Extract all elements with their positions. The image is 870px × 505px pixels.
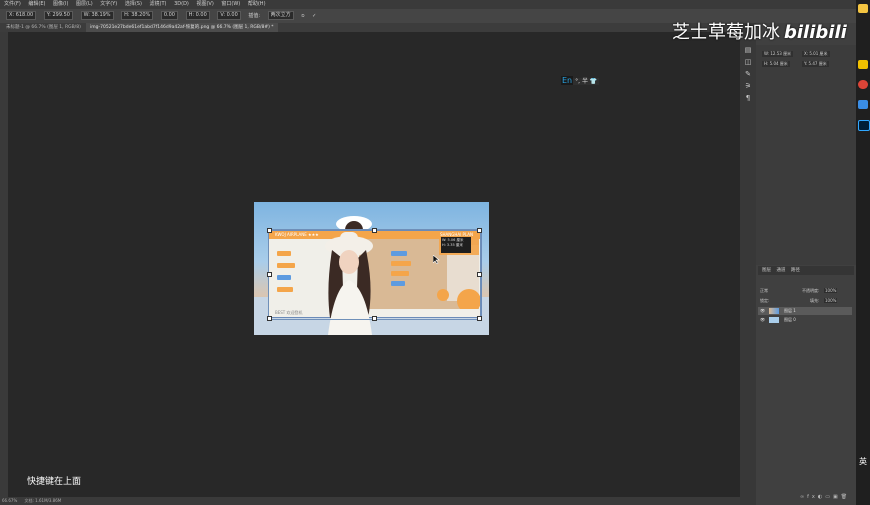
menu-window[interactable]: 窗口(W): [221, 1, 240, 7]
tab-channels[interactable]: 通道: [776, 268, 785, 273]
language-indicator[interactable]: 英: [859, 456, 867, 467]
transform-handle[interactable]: [372, 228, 377, 233]
transform-handle[interactable]: [267, 228, 272, 233]
status-bar: 66.67% 文档: 1.61M/3.86M: [0, 497, 740, 505]
video-subtitle: 快捷键在上面: [27, 477, 82, 487]
chrome-icon[interactable]: [858, 80, 868, 89]
layers-panel-tabs: 图层 通道 路径: [758, 266, 854, 275]
width-field[interactable]: W: 38.19%: [80, 11, 114, 20]
menu-select[interactable]: 选择(S): [125, 1, 142, 7]
tab-active-document[interactable]: img-70521e27bde61ef1abd7f146d9a42af-恢复的.…: [86, 23, 278, 32]
interpolation-select[interactable]: 两次立方: [267, 11, 294, 20]
properties-icon[interactable]: ◫: [744, 58, 752, 66]
menu-help[interactable]: 帮助(H): [248, 1, 266, 7]
height-field[interactable]: H: 38.20%: [121, 11, 154, 20]
interpolation-label: 插值:: [248, 13, 261, 19]
tab-layers[interactable]: 图层: [762, 268, 771, 273]
commit-transform-icon[interactable]: ✓: [312, 9, 316, 23]
prop-x[interactable]: X: 5.01 厘米: [802, 51, 830, 57]
properties-panel: W: 12.53 厘米 X: 5.01 厘米 H: 5.04 厘米 Y: 5.4…: [756, 45, 856, 265]
menu-type[interactable]: 文字(Y): [100, 1, 117, 7]
history-icon[interactable]: ▤: [744, 46, 752, 54]
opacity-field[interactable]: 100%: [824, 288, 838, 293]
video-watermark: 芝士草莓加冰 bilibili: [672, 18, 847, 44]
prop-width[interactable]: W: 12.53 厘米: [762, 51, 794, 57]
fill-field[interactable]: 100%: [824, 298, 838, 303]
opacity-label: 不透明度:: [802, 288, 820, 293]
tab-paths[interactable]: 路径: [791, 268, 800, 273]
taskbar-strip: 英: [856, 0, 870, 505]
document-size: 文档: 1.61M/3.86M: [24, 498, 62, 503]
mouse-cursor-icon: [433, 255, 440, 264]
fill-label: 填充:: [810, 298, 820, 303]
adjust-icon[interactable]: ⚞: [744, 82, 752, 90]
menu-filter[interactable]: 滤镜(T): [150, 1, 167, 7]
blend-mode-select[interactable]: 正常: [760, 288, 768, 294]
paragraph-icon[interactable]: ¶: [744, 94, 752, 102]
cancel-transform-icon[interactable]: ⦸: [301, 9, 304, 23]
eye-icon[interactable]: 👁: [760, 307, 765, 315]
menu-image[interactable]: 图像(I): [53, 1, 68, 7]
layer-name[interactable]: 图层 0: [784, 316, 796, 324]
lock-label: 锁定:: [760, 298, 770, 303]
prop-y[interactable]: Y: 5.47 厘米: [802, 61, 829, 67]
zoom-level[interactable]: 66.67%: [2, 498, 17, 503]
layer-thumbnail: [769, 308, 779, 314]
ime-status-bar[interactable]: En °, 半 👕: [561, 75, 600, 86]
ime-options[interactable]: °, 半 👕: [573, 78, 600, 85]
tab-untitled[interactable]: 未标题-1 @ 66.7% (图层 1, RGB/8): [2, 23, 85, 32]
angle-field[interactable]: 0.00: [160, 11, 178, 20]
transform-handle[interactable]: [372, 316, 377, 321]
bilibili-logo: bilibili: [784, 22, 847, 43]
brush-icon[interactable]: ✎: [744, 70, 752, 78]
menu-view[interactable]: 视图(V): [196, 1, 213, 7]
app-icon[interactable]: [858, 4, 868, 13]
layer-row-1[interactable]: 👁 图层 1: [758, 307, 852, 315]
ime-english-indicator[interactable]: En: [561, 76, 574, 85]
menu-layer[interactable]: 图层(L): [76, 1, 93, 7]
menu-edit[interactable]: 编辑(E): [28, 1, 45, 7]
uploader-name: 芝士草莓加冰: [672, 22, 780, 43]
folder-icon[interactable]: [858, 60, 868, 69]
menu-file[interactable]: 文件(F): [4, 1, 21, 7]
transform-bounding-box[interactable]: [267, 228, 482, 321]
y-field[interactable]: Y: 299.50: [43, 11, 73, 20]
layer-row-0[interactable]: 👁 图层 0: [758, 316, 852, 324]
transform-handle[interactable]: [477, 272, 482, 277]
app-icon[interactable]: [858, 100, 868, 109]
prop-height[interactable]: H: 5.04 厘米: [762, 61, 790, 67]
layer-name[interactable]: 图层 1: [784, 307, 796, 315]
transform-handle[interactable]: [267, 316, 272, 321]
menu-3d[interactable]: 3D(D): [174, 1, 189, 7]
layer-actions-icons[interactable]: ∞fx◐▭▣🗑: [800, 494, 850, 500]
eye-icon[interactable]: 👁: [760, 316, 765, 324]
document-tabs: 未标题-1 @ 66.7% (图层 1, RGB/8) img-70521e27…: [0, 23, 740, 32]
transform-handle[interactable]: [267, 272, 272, 277]
x-field[interactable]: X: 618.00: [6, 11, 37, 20]
layer-thumbnail: [769, 317, 779, 323]
transform-handle[interactable]: [477, 228, 482, 233]
photoshop-icon[interactable]: [858, 120, 870, 131]
vskew-field[interactable]: V: 0.00: [217, 11, 241, 20]
transform-handle[interactable]: [477, 316, 482, 321]
left-toolbar-strip: [0, 32, 8, 505]
hskew-field[interactable]: H: 0.00: [185, 11, 210, 20]
menu-bar: 文件(F) 编辑(E) 图像(I) 图层(L) 文字(Y) 选择(S) 滤镜(T…: [0, 0, 870, 9]
